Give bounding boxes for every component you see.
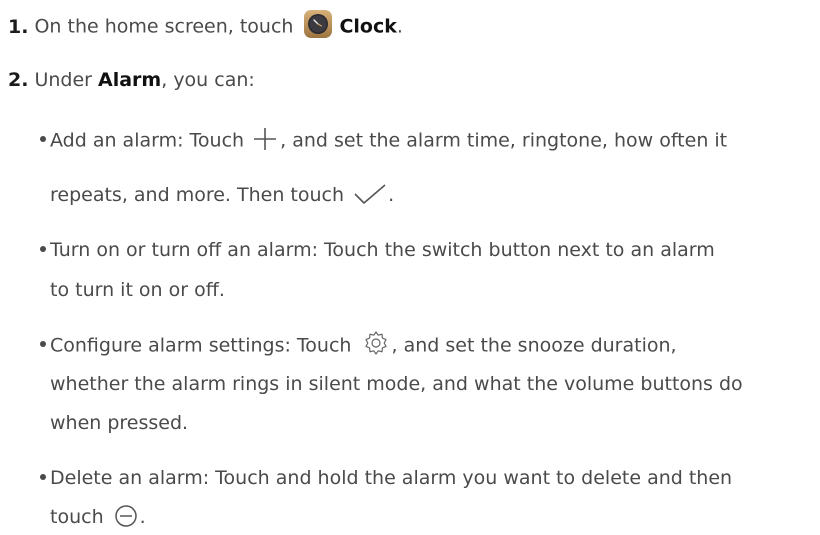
bullet-text: to turn it on or off. [50, 279, 225, 301]
bullet-text-after: . [139, 506, 146, 528]
bullet-text: when pressed. [50, 412, 189, 434]
plus-icon [252, 126, 278, 152]
step-2: 2. Under Alarm, you can: [8, 68, 255, 92]
clock-app-icon [303, 9, 333, 39]
bullet-text: Configure alarm settings: Touch [50, 334, 352, 357]
step-text: Under [34, 69, 92, 91]
bullet-text: Delete an alarm: Touch and hold the alar… [50, 467, 733, 489]
step-text: On the home screen, touch [34, 15, 294, 38]
bullet-text: Add an alarm: Touch [50, 129, 245, 152]
bullet-add-alarm-line-2: repeats, and more. Then touch . [50, 183, 394, 207]
step-1: 1. On the home screen, touch Clock. [8, 9, 403, 42]
bullet-text: repeats, and more. Then touch [50, 184, 345, 206]
bullet-add-alarm-line-1: Add an alarm: Touch , and set the alarm … [40, 128, 727, 154]
bullet-text: Turn on or turn off an alarm: Touch the … [50, 239, 715, 261]
bullet-delete-alarm-line-2: touch . [50, 504, 146, 530]
bullet-text-after: , and set the snooze duration, [391, 334, 677, 357]
bullet-text-after: . [388, 184, 395, 206]
bullet-toggle-alarm-line-1: Turn on or turn off an alarm: Touch the … [40, 238, 715, 262]
step-number: 1. [8, 15, 29, 38]
step-text-after: , you can: [161, 69, 255, 91]
bullet-dot [40, 473, 46, 480]
step-punctuation: . [396, 15, 403, 38]
step-number: 2. [8, 69, 29, 91]
gear-icon [363, 330, 389, 356]
section-name: Alarm [98, 69, 162, 91]
bullet-dot [40, 245, 46, 252]
minus-circle-icon [114, 504, 138, 528]
bullet-settings-line-3: when pressed. [50, 411, 188, 435]
checkmark-icon [353, 183, 387, 205]
bullet-text-after: , and set the alarm time, ringtone, how … [280, 129, 728, 152]
bullet-dot [40, 341, 46, 347]
bullet-dot [40, 136, 46, 142]
bullet-toggle-alarm-line-2: to turn it on or off. [50, 278, 225, 302]
bullet-settings-line-1: Configure alarm settings: Touch , and se… [40, 330, 677, 359]
bullet-delete-alarm-line-1: Delete an alarm: Touch and hold the alar… [40, 466, 732, 490]
app-name: Clock [339, 15, 397, 38]
bullet-text: whether the alarm rings in silent mode, … [50, 373, 743, 395]
bullet-text: touch [50, 506, 104, 528]
bullet-settings-line-2: whether the alarm rings in silent mode, … [50, 372, 743, 396]
